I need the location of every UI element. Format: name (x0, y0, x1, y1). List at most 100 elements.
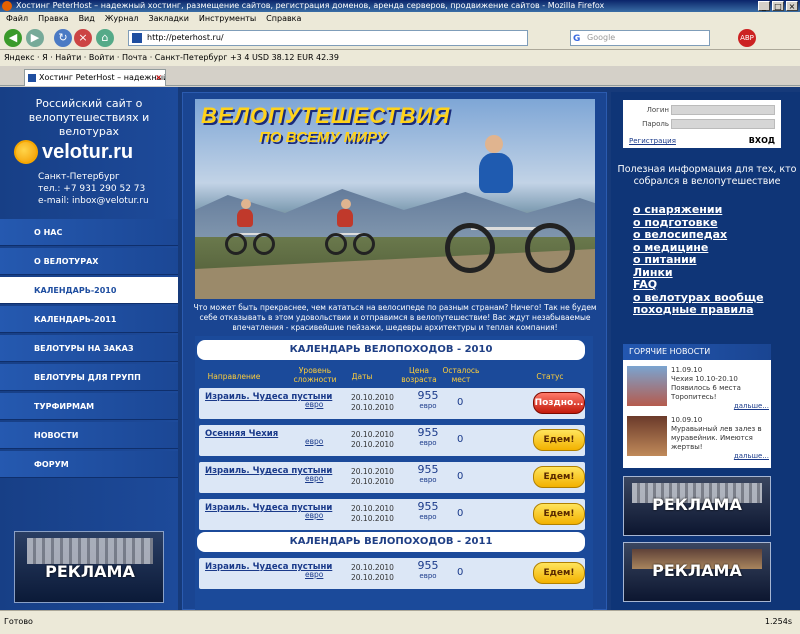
google-icon: G (573, 34, 581, 44)
dates: 20.10.2010 20.10.2010 (351, 393, 394, 412)
table-row: Осенняя Чехия евро 20.10.2010 20.10.2010 955… (199, 425, 585, 456)
news-more-link[interactable]: дальше... (671, 402, 769, 411)
col-direction: Направление (207, 372, 261, 381)
currency-link[interactable]: евро (305, 474, 323, 483)
menu-item-8[interactable]: ФОРУМ (0, 451, 178, 478)
navigation-toolbar: ◀ ▶ ↻ × ⌂ http://peterhost.ru/ G Google A… (0, 26, 800, 50)
col-status: Статус (536, 372, 564, 381)
status-button[interactable]: Едем! (533, 562, 585, 584)
menu-item-1[interactable]: О ВЕЛОТУРАХ (0, 248, 178, 275)
url-input[interactable]: http://peterhost.ru/ (128, 30, 528, 46)
main-menu: О НАС О ВЕЛОТУРАХ КАЛЕНДАРЬ-2010 КАЛЕНДАРЬ-… (0, 219, 178, 480)
adblock-icon[interactable]: ABP (738, 29, 756, 47)
menu-item-3[interactable]: КАЛЕНДАРЬ-2011 (0, 306, 178, 333)
site-favicon (132, 33, 142, 43)
price: 955 евро (417, 559, 439, 581)
search-input[interactable]: G Google (570, 30, 710, 46)
window-titlebar: Хостинг PeterHost – надежный хостинг, ра… (0, 0, 800, 12)
banner-caption: Что может быть прекраснее, чем кататься … (193, 303, 597, 332)
menu-item-7[interactable]: НОВОСТИ (0, 422, 178, 449)
status-button[interactable]: Едем! (533, 429, 585, 451)
menubar: Файл Правка Вид Журнал Закладки Инструменты Сп… (0, 12, 800, 26)
info-link-0[interactable]: о снаряжении (633, 203, 764, 217)
forward-icon[interactable]: ▶ (26, 29, 44, 47)
firefox-icon (2, 1, 12, 11)
building-graphic (27, 538, 153, 564)
ad-banner-right-1[interactable]: РЕКЛАМА (623, 476, 771, 536)
calendar-header: Направление Уровень сложности Даты Цена … (195, 364, 587, 388)
menu-4[interactable]: Закладки (148, 12, 188, 26)
close-tab-icon[interactable]: × (155, 70, 162, 86)
places-left: 0 (457, 397, 464, 408)
menu-6[interactable]: Справка (266, 12, 301, 26)
tab-bar: Хостинг PeterHost – надежный х... × (0, 66, 800, 86)
window-title: Хостинг PeterHost – надежный хостинг, ра… (16, 1, 605, 10)
tab-favicon (28, 74, 36, 82)
site-tagline: Российский сайт о велопутешествиях и вел… (28, 97, 150, 138)
places-left: 0 (457, 508, 464, 519)
col-level: Уровень сложности (293, 366, 337, 384)
menu-item-4[interactable]: ВЕЛОТУРЫ НА ЗАКАЗ (0, 335, 178, 362)
table-row: Израиль. Чудеса пустыни евро 20.10.2010 20.… (199, 558, 585, 589)
menu-item-0[interactable]: О НАС (0, 219, 178, 246)
info-link-8[interactable]: походные правила (633, 303, 764, 317)
menu-item-6[interactable]: ТУРФИРМАМ (0, 393, 178, 420)
table-row: Израиль. Чудеса пустыни евро 20.10.2010 20.… (199, 462, 585, 493)
status-button[interactable]: Поздно... (533, 392, 585, 414)
home-icon[interactable]: ⌂ (96, 29, 114, 47)
col-places: Осталось мест (442, 366, 480, 384)
dates: 20.10.2010 20.10.2010 (351, 467, 394, 486)
ad-banner-left[interactable]: РЕКЛАМА (14, 531, 164, 603)
col-price: Цена возраста (401, 366, 437, 384)
status-button[interactable]: Едем! (533, 503, 585, 525)
logo-ball-icon (14, 140, 38, 164)
news-item: 10.09.10 Муравьиный лев залез в муравейн… (627, 416, 769, 462)
places-left: 0 (457, 567, 464, 578)
register-link[interactable]: Регистрация (629, 137, 676, 145)
places-left: 0 (457, 434, 464, 445)
maximize-button[interactable]: □ (772, 1, 784, 11)
news-more-link[interactable]: дальше... (671, 452, 769, 461)
dates: 20.10.2010 20.10.2010 (351, 430, 394, 449)
info-link-4[interactable]: о питании (633, 253, 764, 267)
minimize-button[interactable]: _ (758, 1, 770, 11)
info-link-2[interactable]: о велосипедах (633, 228, 764, 242)
site-logo[interactable]: velotur.ru (14, 139, 133, 165)
menu-2[interactable]: Вид (79, 12, 95, 26)
reload-icon[interactable]: ↻ (54, 29, 72, 47)
back-icon[interactable]: ◀ (4, 29, 22, 47)
menu-item-2[interactable]: КАЛЕНДАРЬ-2010 (0, 277, 178, 304)
tab-peterhost[interactable]: Хостинг PeterHost – надежный х... × (24, 69, 166, 86)
dates: 20.10.2010 20.10.2010 (351, 504, 394, 523)
dates: 20.10.2010 20.10.2010 (351, 563, 394, 582)
menu-item-5[interactable]: ВЕЛОТУРЫ ДЛЯ ГРУПП (0, 364, 178, 391)
status-button[interactable]: Едем! (533, 466, 585, 488)
table-row: Израиль. Чудеса пустыни евро 20.10.2010 20.… (199, 388, 585, 419)
login-button[interactable]: ВХОД (749, 136, 775, 145)
banner-subtitle: ПО ВСЕМУ МИРУ (259, 129, 387, 146)
ad-banner-right-2[interactable]: РЕКЛАМА (623, 542, 771, 602)
menu-5[interactable]: Инструменты (199, 12, 256, 26)
currency-link[interactable]: евро (305, 511, 323, 520)
price: 955 евро (417, 463, 439, 485)
stop-icon[interactable]: × (74, 29, 92, 47)
news-image (627, 416, 667, 456)
currency-link[interactable]: евро (305, 570, 323, 579)
currency-link[interactable]: евро (305, 400, 323, 409)
menu-0[interactable]: Файл (6, 12, 28, 26)
info-heading: Полезная информация для тех, кто собралс… (617, 164, 797, 187)
close-window-button[interactable]: × (786, 1, 798, 11)
col-dates: Даты (351, 372, 373, 381)
hot-news: ГОРЯЧИЕ НОВОСТИ 11.09.10 Чехия 10.10-20.… (623, 344, 771, 468)
calendar-2011-title: КАЛЕНДАРЬ ВЕЛОПОХОДОВ - 2011 (197, 532, 585, 552)
password-input[interactable] (671, 119, 775, 129)
right-column: Логин Пароль Регистрация ВХОД Полезная и… (611, 92, 800, 610)
currency-link[interactable]: евро (305, 437, 323, 446)
price: 955 евро (417, 426, 439, 448)
center-column: ВЕЛОПУТЕШЕСТВИЯ ПО ВСЕМУ МИРУ Что может … (182, 92, 607, 610)
menu-3[interactable]: Журнал (105, 12, 139, 26)
login-input[interactable] (671, 105, 775, 115)
info-link-6[interactable]: FAQ (633, 278, 764, 292)
menu-1[interactable]: Правка (38, 12, 68, 26)
direction-link[interactable]: Осенняя Чехия (205, 429, 278, 440)
